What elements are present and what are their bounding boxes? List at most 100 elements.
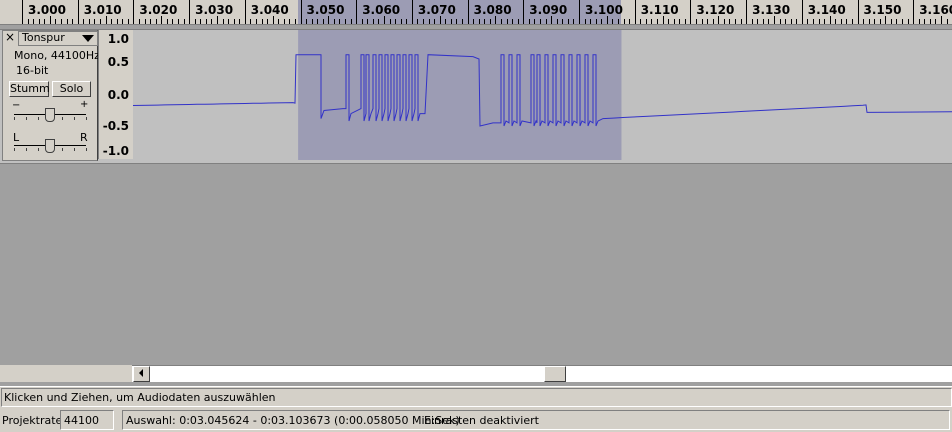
ruler-minor-tick xyxy=(138,19,140,24)
ruler-minor-tick xyxy=(718,16,720,24)
ruler-minor-tick xyxy=(417,19,419,24)
ruler-minor-tick xyxy=(367,19,369,24)
waveform-area[interactable] xyxy=(132,30,952,160)
ruler-minor-tick xyxy=(228,19,230,24)
close-track-button[interactable]: × xyxy=(4,31,16,43)
ruler-minor-tick xyxy=(573,19,575,24)
ruler-minor-tick xyxy=(946,19,948,24)
ruler-minor-tick xyxy=(907,19,909,24)
ruler-major-tick xyxy=(356,0,358,24)
ruler-minor-tick xyxy=(612,19,614,24)
ruler-minor-tick xyxy=(740,19,742,24)
ruler-minor-tick xyxy=(729,19,731,24)
ruler-minor-tick xyxy=(684,19,686,24)
ruler-minor-tick xyxy=(350,19,352,24)
ruler-minor-tick xyxy=(679,19,681,24)
ruler-minor-tick xyxy=(935,19,937,24)
ruler-tick-label: 3.100 xyxy=(585,3,623,17)
ruler-minor-tick xyxy=(361,19,363,24)
scrollbar-thumb[interactable] xyxy=(544,366,566,382)
timeline-ruler[interactable]: 3.000 3.010 3.020 3.030 3.040 3.050 3.060 3.070… xyxy=(0,0,952,25)
ruler-minor-tick xyxy=(695,19,697,24)
ruler-tick-label: 3.000 xyxy=(28,3,66,17)
ruler-minor-tick xyxy=(478,19,480,24)
ruler-minor-tick xyxy=(439,16,441,24)
ruler-minor-tick xyxy=(194,19,196,24)
pan-slider-thumb[interactable] xyxy=(45,139,55,153)
ruler-minor-tick xyxy=(311,19,313,24)
ruler-minor-tick xyxy=(879,19,881,24)
ruler-minor-tick xyxy=(868,19,870,24)
ruler-major-tick xyxy=(411,0,413,24)
ruler-minor-tick xyxy=(322,19,324,24)
ruler-tick-label: 3.140 xyxy=(807,3,846,17)
gain-slider-thumb[interactable] xyxy=(45,108,55,122)
ruler-tick-label: 3.010 xyxy=(83,3,122,17)
scrollbar-corner xyxy=(0,365,132,382)
ruler-minor-tick xyxy=(122,19,124,24)
ruler-minor-tick xyxy=(183,19,185,24)
ruler-minor-tick xyxy=(445,19,447,24)
scale-label: 0.5 xyxy=(107,55,129,69)
ruler-minor-tick xyxy=(211,19,213,24)
ruler-minor-tick xyxy=(528,19,530,24)
mute-button[interactable]: Stumm xyxy=(9,81,50,97)
scale-label: -0.5 xyxy=(102,119,129,133)
horizontal-scrollbar[interactable] xyxy=(132,365,952,382)
ruler-minor-tick xyxy=(562,19,564,24)
ruler-minor-tick xyxy=(406,19,408,24)
ruler-tick-label: 3.020 xyxy=(139,3,178,17)
ruler-minor-tick xyxy=(283,19,285,24)
ruler-minor-tick xyxy=(902,19,904,24)
ruler-minor-tick xyxy=(395,19,397,24)
ruler-minor-tick xyxy=(372,19,374,24)
ruler-minor-tick xyxy=(840,19,842,24)
ruler-tick-label: 3.030 xyxy=(195,3,234,17)
ruler-minor-tick xyxy=(590,19,592,24)
ruler-minor-tick xyxy=(762,19,764,24)
scale-label-bottom: -1.0 xyxy=(102,144,129,158)
ruler-minor-tick xyxy=(517,19,519,24)
ruler-minor-tick xyxy=(278,19,280,24)
ruler-minor-tick xyxy=(495,16,497,24)
ruler-minor-tick xyxy=(99,19,101,24)
ruler-minor-tick xyxy=(489,19,491,24)
ruler-minor-tick xyxy=(127,19,129,24)
ruler-minor-tick xyxy=(150,19,152,24)
ruler-minor-tick xyxy=(601,19,603,24)
ruler-minor-tick xyxy=(556,19,558,24)
ruler-minor-tick xyxy=(846,19,848,24)
ruler-minor-tick xyxy=(389,19,391,24)
ruler-major-tick xyxy=(913,0,915,24)
ruler-minor-tick xyxy=(267,19,269,24)
ruler-major-tick xyxy=(746,0,748,24)
ruler-minor-tick xyxy=(116,19,118,24)
ruler-minor-tick xyxy=(835,19,837,24)
ruler-minor-tick xyxy=(339,19,341,24)
waveform-canvas xyxy=(132,30,952,160)
ruler-minor-tick xyxy=(924,19,926,24)
ruler-tick-label: 3.150 xyxy=(863,3,902,17)
ruler-minor-tick xyxy=(88,19,90,24)
ruler-minor-tick xyxy=(216,16,218,24)
ruler-minor-tick xyxy=(333,19,335,24)
ruler-minor-tick xyxy=(239,19,241,24)
ruler-minor-tick xyxy=(177,19,179,24)
ruler-major-tick xyxy=(189,0,191,24)
ruler-minor-tick xyxy=(818,19,820,24)
dropdown-arrow-icon xyxy=(82,35,94,42)
ruler-tick-label: 3.070 xyxy=(417,3,456,17)
ruler-minor-tick xyxy=(707,19,709,24)
ruler-minor-tick xyxy=(111,19,113,24)
ruler-minor-tick xyxy=(255,19,257,24)
ruler-minor-tick xyxy=(272,16,274,24)
ruler-minor-tick xyxy=(656,19,658,24)
ruler-minor-tick xyxy=(400,19,402,24)
ruler-minor-tick xyxy=(785,19,787,24)
track-name-label: Tonspur xyxy=(22,31,65,44)
selection-range-text: Auswahl: 0:03.045624 - 0:03.103673 (0:00… xyxy=(126,414,460,427)
ruler-minor-tick xyxy=(712,19,714,24)
ruler-minor-tick xyxy=(200,19,202,24)
solo-button[interactable]: Solo xyxy=(52,81,91,97)
ruler-minor-tick xyxy=(512,19,514,24)
